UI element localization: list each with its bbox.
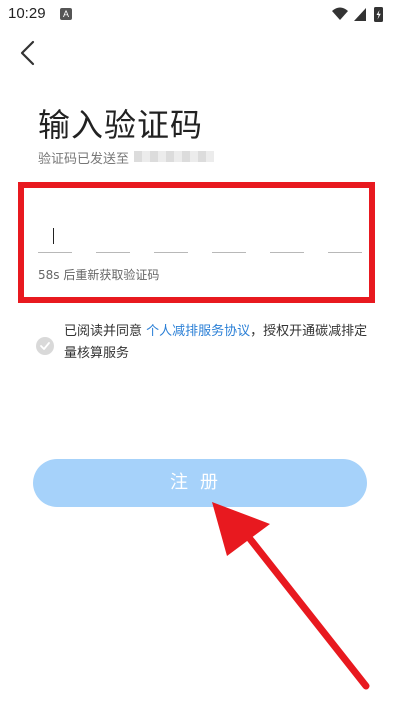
code-slot-5[interactable] <box>270 222 304 253</box>
masked-phone-number <box>134 151 214 162</box>
status-icons <box>332 7 383 22</box>
code-slot-6[interactable] <box>328 222 362 253</box>
text-cursor <box>53 228 54 244</box>
status-time: 10:29 <box>8 5 46 22</box>
resend-countdown: 58s 后重新获取验证码 <box>38 268 160 282</box>
back-button[interactable] <box>14 38 44 68</box>
page-subtitle: 验证码已发送至 <box>38 152 130 167</box>
agreement-text: 已阅读并同意 个人减排服务协议，授权开通碳减排定量核算服务 <box>64 321 369 365</box>
register-button[interactable]: 注册 <box>33 459 367 507</box>
check-icon <box>40 342 50 350</box>
wifi-icon <box>332 7 348 20</box>
service-agreement-link[interactable]: 个人减排服务协议 <box>146 324 250 339</box>
chevron-left-icon <box>20 40 35 66</box>
page-title: 输入验证码 <box>38 106 204 144</box>
code-slot-4[interactable] <box>212 222 246 253</box>
code-slot-2[interactable] <box>96 222 130 253</box>
code-slot-3[interactable] <box>154 222 188 253</box>
code-slot-1[interactable] <box>38 222 72 253</box>
agreement-checkbox[interactable] <box>36 337 54 355</box>
verification-code-input[interactable] <box>38 222 368 254</box>
signal-icon <box>354 8 366 21</box>
agreement-prefix: 已阅读并同意 <box>64 324 147 339</box>
notification-icon: A <box>60 8 72 20</box>
status-bar: 10:29 A <box>0 0 400 28</box>
